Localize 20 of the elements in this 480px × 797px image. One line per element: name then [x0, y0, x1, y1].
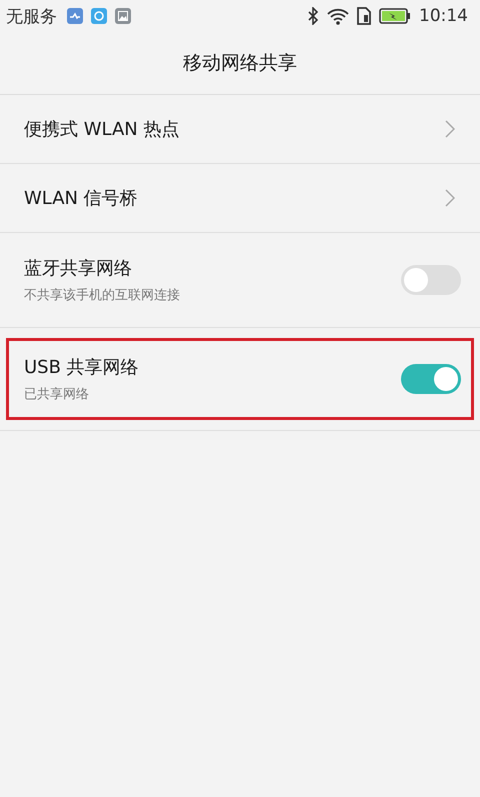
setting-description: 已共享网络 — [24, 386, 90, 403]
carrier-text: 无服务 — [6, 6, 57, 28]
sim-card-icon — [357, 7, 371, 25]
chevron-right-icon — [445, 120, 455, 138]
chevron-right-icon — [445, 189, 455, 207]
setting-title[interactable]: USB 共享网络 — [24, 355, 401, 379]
clock-text: 10:14 — [419, 6, 468, 26]
toggle-switch[interactable] — [401, 364, 461, 394]
app-notification-icon — [67, 8, 83, 24]
setting-title[interactable]: WLAN 信号桥 — [24, 186, 445, 210]
app-notification-icon — [91, 8, 107, 24]
setting-title[interactable]: 蓝牙共享网络 — [24, 256, 401, 280]
bluetooth-icon — [307, 7, 319, 25]
setting-description: 不共享该手机的互联网连接 — [24, 287, 181, 304]
toggle-switch[interactable] — [401, 265, 461, 295]
wifi-icon — [327, 7, 349, 25]
setting-title[interactable]: 便携式 WLAN 热点 — [24, 117, 445, 141]
battery-charging-icon — [379, 8, 411, 24]
screen-title: 移动网络共享 — [183, 51, 297, 76]
image-notification-icon — [115, 8, 131, 24]
